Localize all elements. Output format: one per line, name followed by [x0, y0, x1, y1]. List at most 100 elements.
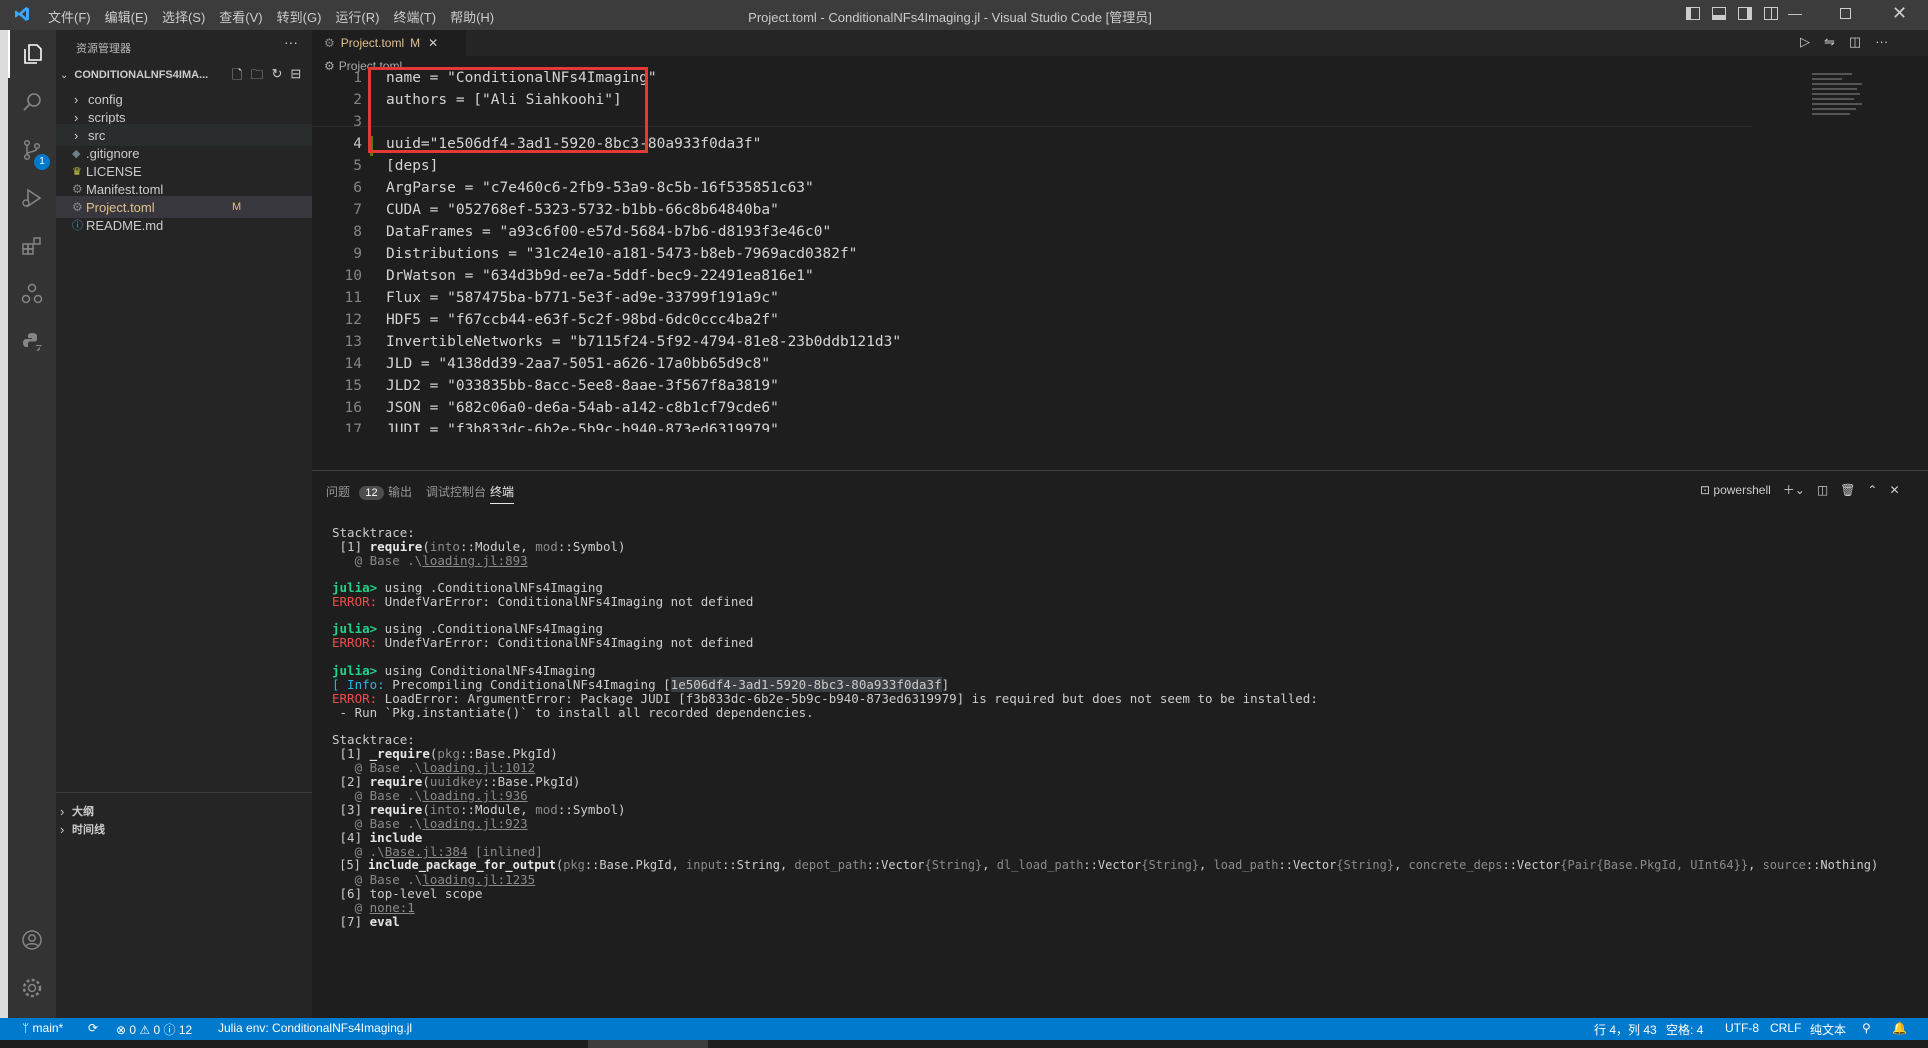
- tree-item-label: config: [88, 91, 123, 107]
- problems-indicator[interactable]: ⊗ 0 ⚠ 0 ⓘ 12: [116, 1021, 192, 1038]
- terminal-line: julia> using ConditionalNFs4Imaging: [332, 663, 596, 678]
- close-tab-icon[interactable]: ✕: [428, 36, 438, 50]
- toggle-secondary-sidebar-icon[interactable]: [1738, 7, 1752, 20]
- encoding[interactable]: UTF-8: [1725, 1021, 1759, 1035]
- minimap[interactable]: [1812, 70, 1872, 150]
- menu-run[interactable]: 运行(R): [335, 7, 379, 26]
- terminal-line: @ Base .\loading.jl:1012: [332, 760, 536, 775]
- indentation[interactable]: 空格: 4: [1666, 1021, 1703, 1038]
- tree-item-label: .gitignore: [86, 145, 140, 161]
- menu-file[interactable]: 文件(F): [48, 7, 91, 26]
- split-terminal-icon[interactable]: ◫: [1817, 483, 1828, 497]
- run-icon[interactable]: ▷: [1800, 34, 1810, 50]
- close-window-icon[interactable]: ✕: [1892, 3, 1907, 24]
- branch-indicator[interactable]: ᛘ main*: [22, 1021, 63, 1035]
- customize-layout-icon[interactable]: [1764, 7, 1778, 20]
- code-line[interactable]: [deps]: [386, 158, 438, 174]
- info-icon: ⓘ: [72, 220, 83, 232]
- account-icon[interactable]: [8, 916, 56, 964]
- julia-env-indicator[interactable]: Julia env: ConditionalNFs4Imaging.jl: [218, 1021, 412, 1035]
- taskbar-edge: [0, 1040, 1928, 1048]
- tab-bar: [312, 30, 1928, 56]
- line-number: 13: [344, 334, 362, 350]
- toggle-sidebar-icon[interactable]: [1686, 7, 1700, 20]
- menu-selection[interactable]: 选择(S): [162, 7, 205, 26]
- gitignore-icon: ◆: [72, 147, 81, 160]
- tab-terminal[interactable]: 终端: [490, 483, 515, 504]
- minimize-icon[interactable]: —: [1788, 5, 1802, 21]
- menu-help[interactable]: 帮助(H): [450, 7, 494, 26]
- code-line[interactable]: Flux = "587475ba-b771-5e3f-ad9e-33799f19…: [386, 290, 779, 306]
- julia-icon[interactable]: [8, 270, 56, 318]
- split-editor-icon[interactable]: ◫: [1849, 34, 1861, 50]
- search-icon[interactable]: [8, 78, 56, 126]
- tree-item-label: README.md: [86, 217, 164, 233]
- language-mode[interactable]: 纯文本: [1810, 1021, 1846, 1038]
- tab-label: Project.toml: [340, 36, 405, 50]
- code-line[interactable]: InvertibleNetworks = "b7115f24-5f92-4794…: [386, 334, 901, 350]
- more-actions-icon[interactable]: ···: [284, 34, 298, 50]
- line-number: 4: [353, 136, 362, 152]
- trash-icon[interactable]: 🗑: [1840, 483, 1855, 497]
- restore-icon[interactable]: [1840, 8, 1851, 19]
- tree-item-label: Manifest.toml: [86, 181, 164, 197]
- tree-item-label: scripts: [88, 109, 126, 125]
- close-panel-icon[interactable]: ✕: [1889, 483, 1899, 497]
- menu-view[interactable]: 查看(V): [219, 7, 262, 26]
- line-number: 7: [353, 202, 362, 218]
- menu-go[interactable]: 转到(G): [277, 7, 322, 26]
- tab-output[interactable]: 输出: [388, 483, 412, 500]
- terminal-shell-selector[interactable]: ⊡ powershell: [1700, 483, 1771, 497]
- line-number: 10: [344, 268, 362, 284]
- refresh-icon[interactable]: ↻: [271, 66, 282, 88]
- line-ending[interactable]: CRLF: [1770, 1021, 1801, 1035]
- timeline-section[interactable]: › 时间线: [56, 818, 312, 840]
- collapse-all-icon[interactable]: ⊟: [290, 66, 301, 88]
- source-control-icon[interactable]: 1: [8, 126, 56, 174]
- tab-project-toml[interactable]: ⚙ Project.toml M ✕: [312, 30, 466, 56]
- settings-gear-icon[interactable]: [8, 964, 56, 1012]
- line-number: 5: [353, 158, 362, 174]
- python-icon[interactable]: [8, 318, 56, 366]
- terminal-line: ERROR: UndefVarError: ConditionalNFs4Ima…: [332, 594, 754, 609]
- code-line[interactable]: JLD = "4138dd39-2aa7-5051-a626-17a0bb65d…: [386, 356, 770, 372]
- chevron-right-icon: ›: [74, 91, 79, 107]
- code-line[interactable]: JSON = "682c06a0-de6a-54ab-a142-c8b1cf79…: [386, 400, 779, 416]
- terminal-line: [3] require(into::Module, mod::Symbol): [332, 802, 626, 817]
- toggle-panel-icon[interactable]: [1712, 7, 1726, 20]
- code-line[interactable]: JLD2 = "033835bb-8acc-5ee8-8aae-3f567f8a…: [386, 378, 779, 394]
- tab-problems[interactable]: 问题 12: [326, 483, 384, 500]
- code-line[interactable]: CUDA = "052768ef-5323-5732-b1bb-66c8b648…: [386, 202, 779, 218]
- extensions-icon[interactable]: [8, 222, 56, 270]
- more-actions-icon[interactable]: ···: [1875, 34, 1888, 50]
- code-line[interactable]: Distributions = "31c24e10-a181-5473-b8eb…: [386, 246, 857, 262]
- new-folder-icon[interactable]: 🗀: [250, 66, 263, 88]
- tab-debug-console[interactable]: 调试控制台: [426, 483, 486, 500]
- feedback-icon[interactable]: ⚲: [1862, 1021, 1871, 1035]
- sync-icon[interactable]: ⟳: [88, 1021, 98, 1035]
- menu-edit[interactable]: 编辑(E): [105, 7, 148, 26]
- branch-label: main*: [32, 1021, 64, 1035]
- explorer-icon[interactable]: [8, 30, 56, 78]
- git-branch-icon: ᛘ: [22, 1021, 33, 1035]
- tab-modified-badge: M: [410, 36, 421, 50]
- highlight-box: [368, 67, 648, 153]
- cursor-position[interactable]: 行 4，列 43: [1594, 1021, 1657, 1038]
- code-line[interactable]: ArgParse = "c7e460c6-2fb9-53a9-8c5b-16f5…: [386, 180, 814, 196]
- menu-terminal[interactable]: 终端(T): [393, 7, 436, 26]
- terminal-line: [5] include_package_for_output(pkg::Base…: [332, 858, 1879, 872]
- tree-item-readme[interactable]: ⓘ README.md: [56, 214, 312, 236]
- compare-icon[interactable]: ⇋: [1824, 34, 1835, 50]
- new-terminal-icon[interactable]: ＋⌄: [1783, 481, 1805, 498]
- code-line[interactable]: DataFrames = "a93c6f00-e57d-5684-b7b6-d8…: [386, 224, 831, 240]
- notifications-icon[interactable]: 🔔: [1892, 1021, 1907, 1035]
- window-title: Project.toml - ConditionalNFs4Imaging.jl…: [748, 10, 1152, 25]
- new-file-icon[interactable]: 🗋: [232, 66, 242, 88]
- maximize-panel-icon[interactable]: ⌃: [1867, 483, 1877, 497]
- code-line[interactable]: HDF5 = "f67ccb44-e63f-5c2f-98bd-6dc0ccc4…: [386, 312, 779, 328]
- tree-item-label: src: [88, 127, 106, 143]
- activity-bar: 1: [8, 30, 56, 1018]
- run-debug-icon[interactable]: [8, 174, 56, 222]
- code-line[interactable]: JUDI = "f3b833dc-6b2e-5b9c-b940-873ed631…: [386, 422, 779, 432]
- code-line[interactable]: DrWatson = "634d3b9d-ee7a-5ddf-bec9-2249…: [386, 268, 814, 284]
